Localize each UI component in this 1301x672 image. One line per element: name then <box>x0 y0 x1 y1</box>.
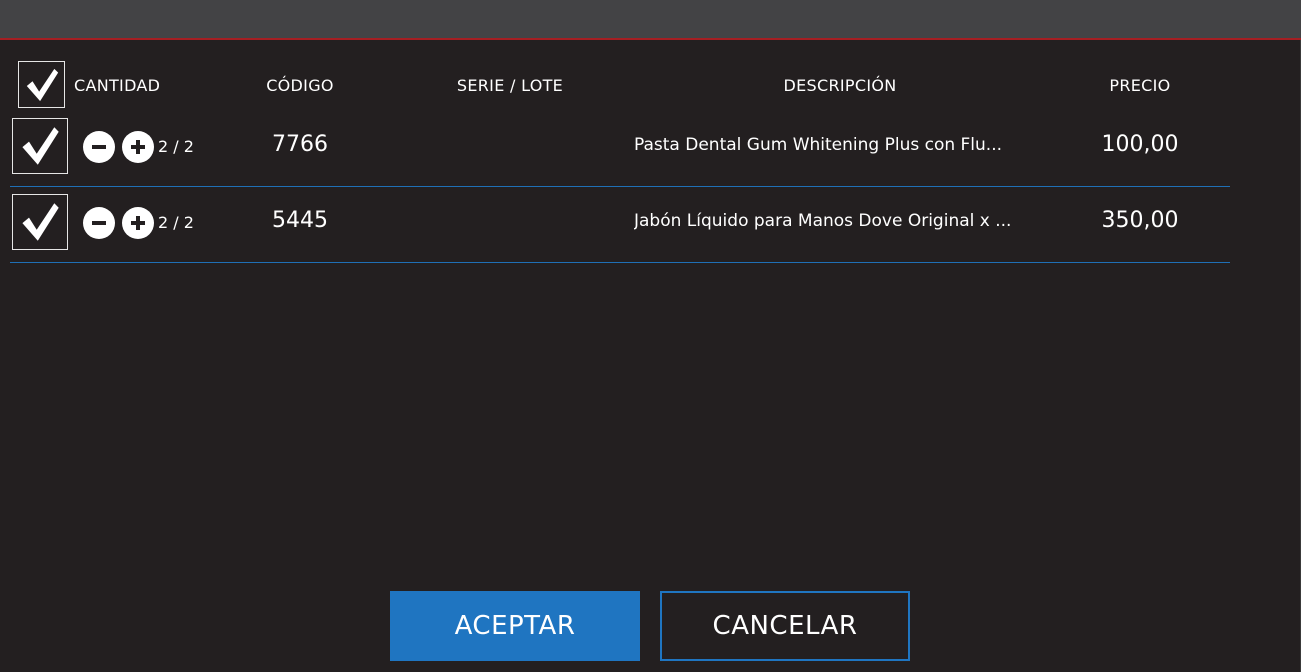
row-checkbox[interactable] <box>12 194 68 250</box>
table-row: 2 / 2 5445 Jabón Líquido para Manos Dove… <box>10 194 1230 263</box>
product-code: 5445 <box>272 208 328 233</box>
check-icon <box>22 127 59 165</box>
minus-icon <box>92 145 106 149</box>
row-checkbox[interactable] <box>12 118 68 174</box>
check-icon <box>26 68 58 101</box>
product-price: 100,00 <box>1101 132 1179 157</box>
product-code: 7766 <box>272 132 328 157</box>
header-codigo: CÓDIGO <box>266 76 334 95</box>
cancel-button[interactable]: CANCELAR <box>660 591 910 661</box>
window-titlebar <box>0 0 1301 40</box>
select-all-checkbox[interactable] <box>18 61 65 108</box>
increase-quantity-button[interactable] <box>122 207 154 239</box>
minus-icon <box>92 221 106 225</box>
product-description: Pasta Dental Gum Whitening Plus con Flu.… <box>634 135 1003 155</box>
decrease-quantity-button[interactable] <box>83 131 115 163</box>
header-precio: PRECIO <box>1109 76 1171 95</box>
accept-button[interactable]: ACEPTAR <box>390 591 640 661</box>
product-description: Jabón Líquido para Manos Dove Original x… <box>634 211 1012 231</box>
header-cantidad: CANTIDAD <box>74 76 161 95</box>
quantity-value: 2 / 2 <box>158 213 194 232</box>
header-descripcion: DESCRIPCIÓN <box>783 76 897 95</box>
check-icon <box>22 203 59 241</box>
increase-quantity-button[interactable] <box>122 131 154 163</box>
plus-icon <box>131 216 145 230</box>
header-serie-lote: SERIE / LOTE <box>456 76 564 95</box>
table-row: 2 / 2 7766 Pasta Dental Gum Whitening Pl… <box>10 118 1230 187</box>
quantity-value: 2 / 2 <box>158 137 194 156</box>
decrease-quantity-button[interactable] <box>83 207 115 239</box>
plus-icon <box>131 140 145 154</box>
product-price: 350,00 <box>1101 208 1179 233</box>
